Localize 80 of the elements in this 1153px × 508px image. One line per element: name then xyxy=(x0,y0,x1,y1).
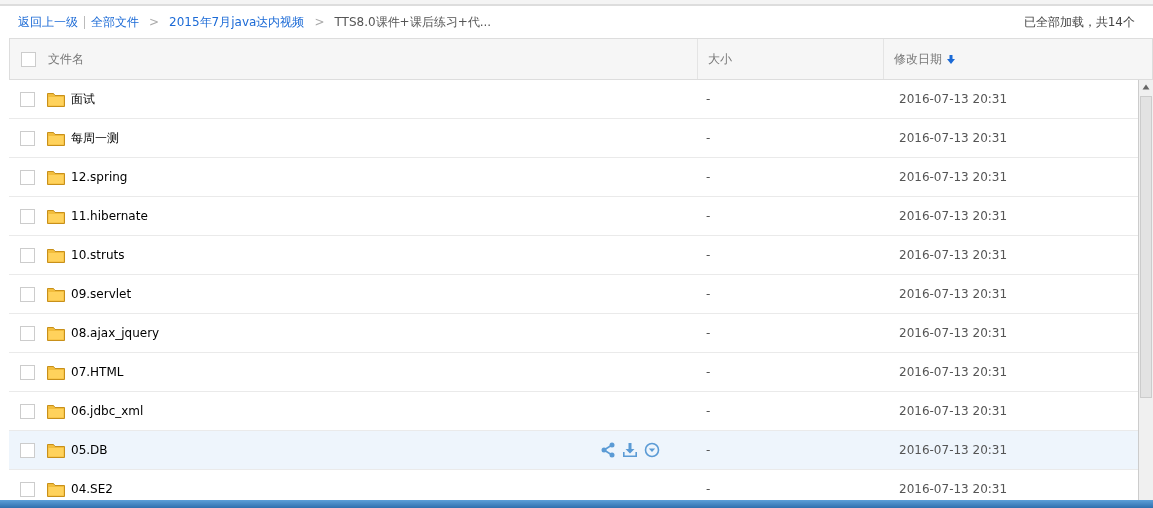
column-header[interactable]: 大小 xyxy=(708,50,732,68)
date-cell-text: 2016-07-13 20:31 xyxy=(898,170,1009,184)
column-header[interactable]: 文件名 xyxy=(48,50,84,68)
row-checkbox[interactable] xyxy=(20,286,35,302)
file-name[interactable]: 04.SE2 xyxy=(71,482,113,496)
date-cell-text: 2016-07-13 20:31 xyxy=(898,326,1009,340)
select-all-checkbox[interactable] xyxy=(21,51,36,67)
folder-icon xyxy=(47,442,65,458)
row-checkbox[interactable] xyxy=(20,403,35,419)
column-header[interactable]: 修改日期 xyxy=(894,50,942,68)
file-name[interactable]: 07.HTML xyxy=(71,365,124,379)
row-checkbox[interactable] xyxy=(20,247,35,263)
date-cell-text: 2016-07-13 20:31 xyxy=(898,287,1009,301)
share-icon[interactable] xyxy=(600,442,616,458)
size-cell-text: - xyxy=(705,131,712,145)
size-cell-text: - xyxy=(705,92,712,106)
size-cell-text: - xyxy=(705,326,712,340)
size-cell-text: - xyxy=(705,404,712,418)
file-name[interactable]: 12.spring xyxy=(71,170,128,184)
folder-icon xyxy=(47,169,65,185)
date-cell-text: 2016-07-13 20:31 xyxy=(898,248,1009,262)
folder-icon xyxy=(47,403,65,419)
file-row[interactable]: 08.ajax_jquery - 2016-07-13 20:31 xyxy=(9,314,1138,353)
file-row[interactable]: 09.servlet - 2016-07-13 20:31 xyxy=(9,275,1138,314)
row-checkbox[interactable] xyxy=(20,481,35,497)
folder-icon xyxy=(47,325,65,341)
row-checkbox[interactable] xyxy=(20,442,35,458)
row-checkbox[interactable] xyxy=(20,364,35,380)
row-checkbox[interactable] xyxy=(20,169,35,185)
size-cell-text: - xyxy=(705,248,712,262)
size-cell-text: - xyxy=(705,170,712,184)
date-cell-text: 2016-07-13 20:31 xyxy=(898,443,1009,457)
back-link[interactable]: 返回上一级 xyxy=(18,13,78,31)
file-row[interactable]: 11.hibernate - 2016-07-13 20:31 xyxy=(9,197,1138,236)
file-name[interactable]: 面试 xyxy=(71,90,95,108)
folder-icon xyxy=(47,130,65,146)
row-checkbox[interactable] xyxy=(20,91,35,107)
load-status: 已全部加载，共14个 xyxy=(1023,13,1135,31)
breadcrumb-link[interactable]: 全部文件 xyxy=(91,13,139,31)
date-cell-text: 2016-07-13 20:31 xyxy=(898,482,1009,496)
size-cell-text: - xyxy=(705,365,712,379)
folder-icon xyxy=(47,91,65,107)
folder-icon xyxy=(47,364,65,380)
file-name[interactable]: 10.struts xyxy=(71,248,125,262)
size-cell-text: - xyxy=(705,482,712,496)
date-cell-text: 2016-07-13 20:31 xyxy=(898,92,1009,106)
breadcrumb-current: TTS8.0课件+课后练习+代... xyxy=(334,13,492,31)
file-row[interactable]: 07.HTML - 2016-07-13 20:31 xyxy=(9,353,1138,392)
breadcrumb-separator: > xyxy=(314,15,325,29)
file-name[interactable]: 09.servlet xyxy=(71,287,132,301)
file-row[interactable]: 05.DB - 2016-07-13 20:31 xyxy=(9,431,1138,470)
dropdown-icon[interactable] xyxy=(644,442,660,458)
date-cell-text: 2016-07-13 20:31 xyxy=(898,404,1009,418)
size-cell-text: - xyxy=(705,287,712,301)
folder-icon xyxy=(47,286,65,302)
file-row[interactable]: 面试 - 2016-07-13 20:31 xyxy=(9,80,1138,119)
breadcrumb-separator: > xyxy=(149,15,160,29)
scroll-up-icon[interactable] xyxy=(1142,84,1150,90)
folder-icon xyxy=(47,208,65,224)
row-checkbox[interactable] xyxy=(20,130,35,146)
scrollbar[interactable] xyxy=(1138,80,1153,500)
file-row[interactable]: 10.struts - 2016-07-13 20:31 xyxy=(9,236,1138,275)
folder-icon xyxy=(47,247,65,263)
folder-icon xyxy=(47,481,65,497)
row-checkbox[interactable] xyxy=(20,325,35,341)
date-cell-text: 2016-07-13 20:31 xyxy=(898,131,1009,145)
size-cell-text: - xyxy=(705,209,712,223)
date-cell-text: 2016-07-13 20:31 xyxy=(898,209,1009,223)
file-name[interactable]: 11.hibernate xyxy=(71,209,148,223)
file-name[interactable]: 每周一测 xyxy=(71,129,119,147)
file-name[interactable]: 05.DB xyxy=(71,443,108,457)
date-cell-text: 2016-07-13 20:31 xyxy=(898,365,1009,379)
download-icon[interactable] xyxy=(622,442,638,458)
breadcrumb-link[interactable]: 2015年7月java达内视频 xyxy=(169,13,305,31)
file-row[interactable]: 12.spring - 2016-07-13 20:31 xyxy=(9,158,1138,197)
row-checkbox[interactable] xyxy=(20,208,35,224)
file-name[interactable]: 06.jdbc_xml xyxy=(71,404,144,418)
file-row[interactable]: 每周一测 - 2016-07-13 20:31 xyxy=(9,119,1138,158)
file-name[interactable]: 08.ajax_jquery xyxy=(71,326,160,340)
size-cell-text: - xyxy=(705,443,712,457)
